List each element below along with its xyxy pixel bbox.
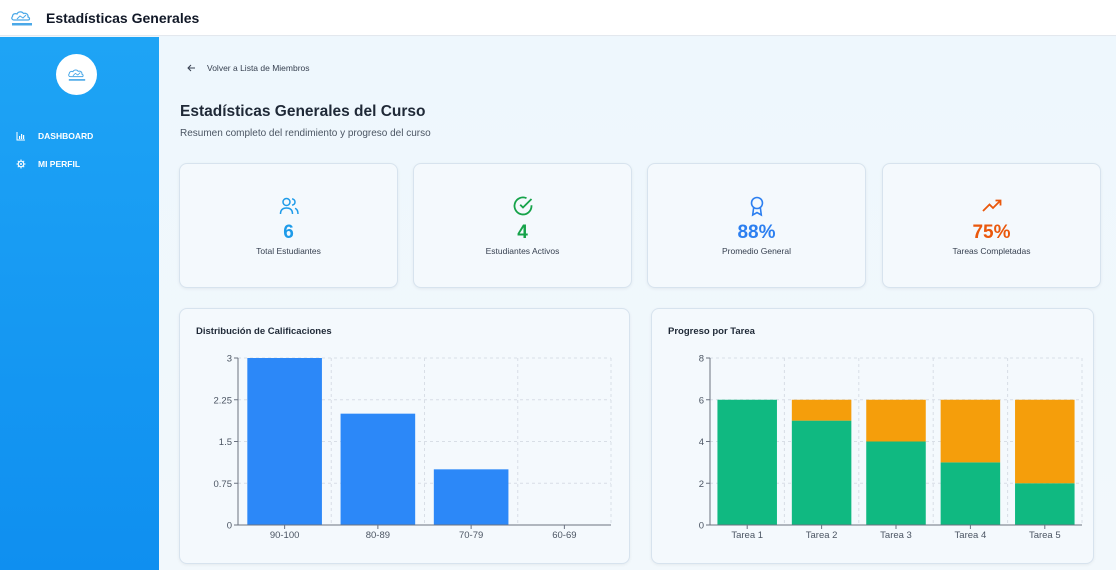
bar-segment bbox=[940, 462, 1001, 525]
x-tick-label: Tarea 2 bbox=[806, 530, 838, 541]
y-tick-label: 1.5 bbox=[219, 437, 232, 448]
bar-segment bbox=[940, 399, 1001, 463]
bar-chart-icon bbox=[16, 131, 26, 141]
x-tick-label: Tarea 1 bbox=[731, 530, 763, 541]
page-subtitle: Resumen completo del rendimiento y progr… bbox=[180, 128, 431, 139]
bar-segment bbox=[1015, 399, 1075, 484]
award-icon bbox=[648, 195, 865, 217]
stat-label: Promedio General bbox=[722, 246, 791, 256]
y-tick-label: 2 bbox=[699, 479, 704, 490]
task-progress-chart: 0 2 4 6 8 Tarea 1 Tarea 2 Tarea 3 Tarea 4 Tarea 5 bbox=[699, 354, 1083, 541]
app-title: Estadísticas Generales bbox=[46, 9, 200, 26]
avatar[interactable] bbox=[56, 54, 97, 95]
stat-value: 75% bbox=[972, 222, 1011, 243]
y-tick-label: 0.75 bbox=[214, 479, 233, 490]
sidebar-item-mi-perfil[interactable]: MI PERFIL bbox=[16, 159, 80, 169]
stat-label: Total Estudiantes bbox=[256, 246, 321, 256]
x-tick-label: Tarea 3 bbox=[880, 530, 912, 541]
y-tick-label: 6 bbox=[699, 395, 704, 406]
check-circle-icon bbox=[414, 195, 631, 217]
top-bar: Estadísticas Generales bbox=[0, 0, 1116, 36]
chart-card-progreso: Progreso por Tarea 0 2 4 6 8 Tarea 1 Tarea 2 Ta… bbox=[651, 308, 1094, 564]
sidebar-item-dashboard[interactable]: DASHBOARD bbox=[16, 131, 93, 141]
stat-value: 88% bbox=[737, 222, 776, 243]
stat-value: 4 bbox=[517, 222, 528, 243]
back-link[interactable]: Volver a Lista de Miembros bbox=[187, 63, 310, 73]
y-tick-label: 3 bbox=[227, 354, 232, 365]
app-logo[interactable] bbox=[8, 5, 36, 31]
bar-segment bbox=[717, 399, 777, 525]
y-tick-label: 4 bbox=[699, 437, 704, 448]
chart-card-distribucion: Distribución de Calificaciones 0 0.75 1.5 2… bbox=[179, 308, 630, 564]
bar-segment bbox=[791, 399, 852, 421]
stat-card-promedio-general: 88% Promedio General bbox=[647, 163, 866, 288]
stat-card-tareas-completadas: 75% Tareas Completadas bbox=[882, 163, 1101, 288]
y-tick-label: 0 bbox=[699, 521, 704, 532]
grade-distribution-chart: 0 0.75 1.5 2.25 3 90-100 80-89 70-79 60-69 bbox=[214, 354, 612, 541]
bar-segment bbox=[791, 420, 852, 525]
y-tick-label: 0 bbox=[227, 521, 232, 532]
bar bbox=[433, 469, 509, 525]
bar-segment bbox=[866, 399, 926, 442]
bar-segment bbox=[1015, 483, 1075, 525]
x-tick-label: 90-100 bbox=[270, 530, 300, 541]
y-tick-label: 2.25 bbox=[214, 395, 233, 406]
sidebar-item-label: DASHBOARD bbox=[38, 131, 94, 141]
x-tick-label: 80-89 bbox=[366, 530, 390, 541]
x-tick-label: 60-69 bbox=[552, 530, 576, 541]
x-tick-label: Tarea 5 bbox=[1029, 530, 1061, 541]
gear-icon bbox=[16, 159, 26, 169]
stat-value: 6 bbox=[283, 222, 294, 243]
stat-label: Tareas Completadas bbox=[952, 246, 1031, 256]
bar bbox=[340, 413, 416, 525]
x-tick-label: Tarea 4 bbox=[955, 530, 987, 541]
sidebar: DASHBOARD MI PERFIL bbox=[0, 37, 159, 570]
stat-label: Estudiantes Activos bbox=[485, 246, 560, 256]
back-link-label: Volver a Lista de Miembros bbox=[207, 63, 310, 73]
trending-up-icon bbox=[883, 195, 1100, 217]
logo-icon bbox=[67, 68, 85, 81]
main-content: Volver a Lista de Miembros Estadísticas … bbox=[159, 37, 1116, 570]
stat-card-estudiantes-activos: 4 Estudiantes Activos bbox=[413, 163, 632, 288]
bar-segment bbox=[866, 441, 926, 525]
page-title: Estadísticas Generales del Curso bbox=[180, 103, 426, 120]
users-icon bbox=[180, 195, 397, 217]
stat-card-total-estudiantes: 6 Total Estudiantes bbox=[179, 163, 398, 288]
x-tick-label: 70-79 bbox=[459, 530, 483, 541]
arrow-left-icon bbox=[187, 64, 197, 72]
bar bbox=[247, 358, 322, 525]
sidebar-item-label: MI PERFIL bbox=[38, 159, 81, 169]
y-tick-label: 8 bbox=[699, 354, 704, 365]
